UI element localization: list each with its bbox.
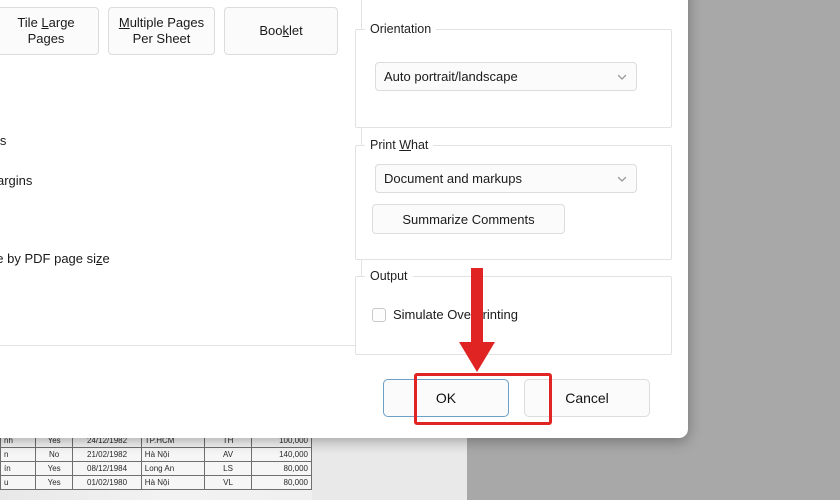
booklet-label-post: let	[288, 23, 303, 38]
background-data-table: nh Yes 24/12/1982 TP.HCM TH 100,000 n No…	[0, 433, 312, 490]
chevron-down-icon	[616, 173, 628, 185]
simulate-overprinting-row[interactable]: Simulate Overprinting	[372, 307, 518, 322]
cell-code: LS	[204, 461, 252, 476]
summarize-comments-label: Summarize Comments	[402, 211, 535, 227]
multiple-pages-per-sheet-button[interactable]: Multiple Pages Per Sheet	[108, 7, 215, 55]
cancel-button-label: Cancel	[565, 390, 609, 406]
print-what-legend: Print What	[365, 138, 434, 153]
tile-large-pages-label-line2: Pages	[27, 31, 65, 46]
print-what-group: Print What Document and markups Summariz…	[355, 138, 672, 260]
paper-source-option-label: ource by PDF page size	[0, 251, 110, 266]
cell-amount: 80,000	[251, 461, 312, 476]
simulate-overprinting-label: Simulate Overprinting	[393, 307, 518, 322]
output-group: Output Simulate Overprinting	[355, 269, 672, 355]
page-scaling-group: Tile Large Pages Multiple Pages Per Shee…	[0, 0, 362, 346]
table-row: u Yes 01/02/1980 Hà Nội VL 80,000	[0, 475, 312, 490]
cancel-button[interactable]: Cancel	[524, 379, 650, 417]
cell-city: Hà Nội	[140, 447, 206, 462]
scaling-button-row: Tile Large Pages Multiple Pages Per Shee…	[0, 7, 338, 55]
cell-amount: 80,000	[251, 475, 312, 490]
orientation-group: Orientation Auto portrait/landscape	[355, 22, 672, 128]
multiple-pages-label-post: ultiple Pages	[129, 15, 205, 30]
paper-source-label-pre: ource by PDF page si	[0, 251, 97, 266]
print-what-value: Document and markups	[384, 171, 523, 186]
print-what-legend-pre: Print	[370, 138, 400, 152]
table-row: ín Yes 08/12/1984 Long An LS 80,000	[0, 461, 312, 476]
cell-name: n	[0, 447, 36, 462]
cell-date: 08/12/1984	[72, 461, 142, 476]
tile-large-pages-button[interactable]: Tile Large Pages	[0, 7, 99, 55]
fit-margins-option-label: argins	[0, 133, 7, 148]
simulate-overprinting-checkbox[interactable]	[372, 307, 386, 322]
cell-name: ín	[0, 461, 36, 476]
print-what-legend-accel: W	[399, 138, 411, 152]
multiple-pages-accel: M	[118, 15, 130, 30]
print-what-legend-post: hat	[411, 138, 429, 152]
cell-code: AV	[204, 447, 252, 462]
orientation-value: Auto portrait/landscape	[384, 69, 518, 84]
cell-city: Long An	[140, 461, 206, 476]
cell-flag: No	[34, 447, 74, 462]
chevron-down-icon	[616, 71, 628, 83]
booklet-label-pre: Boo	[259, 23, 283, 38]
ok-button[interactable]: OK	[383, 379, 509, 417]
cell-date: 01/02/1980	[72, 475, 142, 490]
print-settings-dialog: Tile Large Pages Multiple Pages Per Shee…	[0, 0, 688, 438]
multiple-pages-label-line2: Per Sheet	[132, 31, 191, 46]
print-what-select[interactable]: Document and markups	[375, 164, 637, 193]
booklet-button[interactable]: Booklet	[224, 7, 338, 55]
cell-flag: Yes	[34, 475, 74, 490]
orientation-legend: Orientation	[365, 22, 437, 37]
cell-name: u	[0, 475, 36, 490]
paper-source-label-post: e	[102, 251, 110, 266]
cell-flag: Yes	[34, 461, 74, 476]
tile-large-pages-label-post: arge	[48, 15, 75, 30]
output-legend: Output	[365, 269, 413, 284]
cell-date: 21/02/1982	[72, 447, 142, 462]
cell-amount: 140,000	[251, 447, 312, 462]
cell-city: Hà Nội	[140, 475, 206, 490]
orientation-select[interactable]: Auto portrait/landscape	[375, 62, 637, 91]
screen: nh Yes 24/12/1982 TP.HCM TH 100,000 n No…	[0, 0, 840, 500]
table-row: n No 21/02/1982 Hà Nội AV 140,000	[0, 447, 312, 462]
tile-large-pages-accel: L	[41, 15, 49, 30]
summarize-comments-button[interactable]: Summarize Comments	[372, 204, 565, 234]
ok-button-label: OK	[435, 390, 457, 406]
cell-code: VL	[204, 475, 252, 490]
printer-margins-option-label: er margins	[0, 173, 33, 188]
tile-large-pages-label-pre: Tile	[17, 15, 42, 30]
